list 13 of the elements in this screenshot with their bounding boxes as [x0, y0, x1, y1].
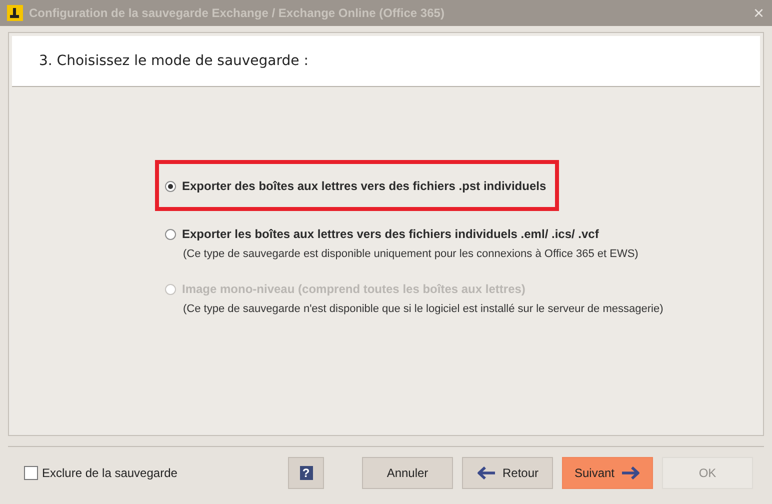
option-note: (Ce type de sauvegarde n'est disponible que si le logiciel est installé sur le serveur de messagerie): [183, 303, 664, 315]
radio-option[interactable]: Exporter les boîtes aux lettres vers des fichiers individuels .eml/ .ics/ .vcf: [165, 227, 763, 241]
radio-option[interactable]: Exporter des boîtes aux lettres vers des fichiers .pst individuels: [165, 179, 555, 193]
next-button[interactable]: Suivant: [562, 456, 653, 488]
dialog-button[interactable]: Annuler: [362, 456, 453, 488]
help-button[interactable]: ?: [288, 456, 324, 488]
app-logo-icon: [7, 5, 23, 21]
step-title: 3. Choisissez le mode de sauvegarde :: [39, 53, 308, 69]
left-arrow-icon: [476, 466, 496, 480]
right-arrow-icon: [620, 466, 641, 480]
back-button[interactable]: Retour: [462, 456, 553, 488]
option-note: (Ce type de sauvegarde est disponible uniquement pour les connexions à Office 365 et EWS): [183, 248, 640, 260]
exclude-checkbox[interactable]: Exclure de la sauvegarde: [24, 466, 288, 480]
